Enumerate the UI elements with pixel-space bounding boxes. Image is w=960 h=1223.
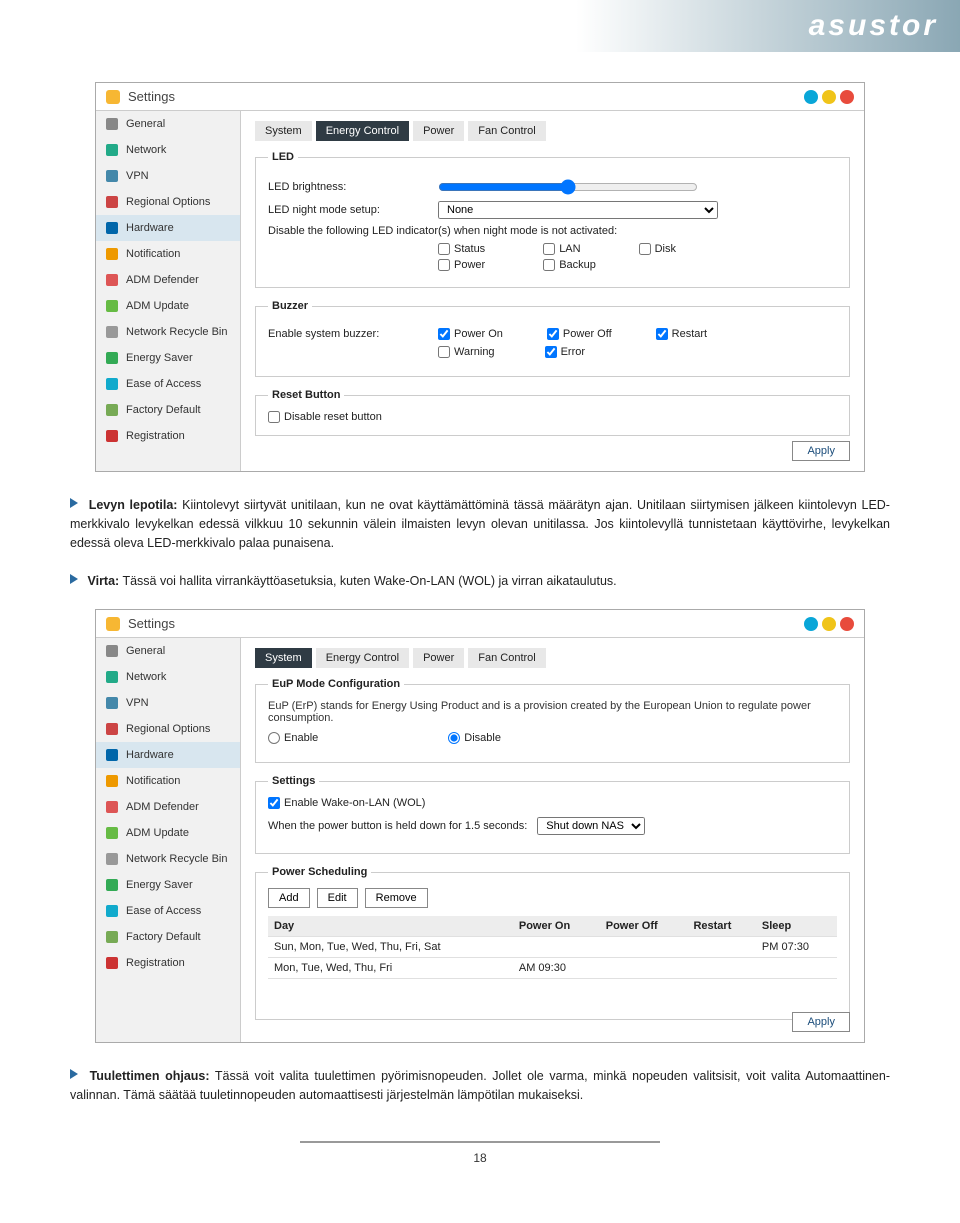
minimize-icon[interactable] (822, 617, 836, 631)
sidebar-item-factory[interactable]: Factory Default (96, 397, 240, 423)
apply-button[interactable]: Apply (792, 441, 850, 461)
chk-power[interactable]: Power (438, 259, 485, 271)
tab-power[interactable]: Power (413, 648, 464, 668)
settings-window-energy: Settings General Network VPN Regional Op… (95, 82, 865, 472)
bullet-arrow-icon (70, 574, 78, 584)
chk-status[interactable]: Status (438, 243, 485, 255)
sidebar-item-ease[interactable]: Ease of Access (96, 371, 240, 397)
add-button[interactable]: Add (268, 888, 310, 908)
sidebar-item-registration[interactable]: Registration (96, 950, 240, 976)
tab-system[interactable]: System (255, 121, 312, 141)
eup-description: EuP (ErP) stands for Energy Using Produc… (268, 700, 837, 724)
bullet-arrow-icon (70, 1069, 78, 1079)
page-header: asustor (0, 0, 960, 52)
sidebar-item-recycle[interactable]: Network Recycle Bin (96, 846, 240, 872)
led-brightness-label: LED brightness: (268, 181, 428, 193)
brand-logo: asustor (809, 9, 938, 43)
sidebar: General Network VPN Regional Options Har… (96, 111, 241, 471)
power-button-select[interactable]: Shut down NAS (537, 817, 645, 835)
chk-disk[interactable]: Disk (639, 243, 676, 255)
window-title: Settings (128, 616, 804, 631)
settings-icon (106, 617, 120, 631)
sidebar-item-ease[interactable]: Ease of Access (96, 898, 240, 924)
chk-disable-reset[interactable]: Disable reset button (268, 411, 837, 423)
sidebar-item-update[interactable]: ADM Update (96, 293, 240, 319)
tab-power[interactable]: Power (413, 121, 464, 141)
fieldset-reset: Reset Button Disable reset button (255, 389, 850, 436)
chk-lan[interactable]: LAN (543, 243, 580, 255)
sidebar-item-general[interactable]: General (96, 111, 240, 137)
sidebar-item-general[interactable]: General (96, 638, 240, 664)
settings-window-power: Settings General Network VPN Regional Op… (95, 609, 865, 1043)
sidebar-item-notification[interactable]: Notification (96, 241, 240, 267)
sidebar-item-regional[interactable]: Regional Options (96, 716, 240, 742)
sidebar-item-registration[interactable]: Registration (96, 423, 240, 449)
chk-wol[interactable]: Enable Wake-on-LAN (WOL) (268, 797, 837, 809)
window-titlebar: Settings (96, 610, 864, 638)
tab-system[interactable]: System (255, 648, 312, 668)
content-energy: System Energy Control Power Fan Control … (241, 111, 864, 471)
remove-button[interactable]: Remove (365, 888, 428, 908)
bullet-arrow-icon (70, 498, 78, 508)
sidebar-item-vpn[interactable]: VPN (96, 690, 240, 716)
radio-eup-enable[interactable]: Enable (268, 732, 318, 744)
radio-eup-disable[interactable]: Disable (448, 732, 501, 744)
chk-error[interactable]: Error (545, 346, 585, 358)
sidebar-item-factory[interactable]: Factory Default (96, 924, 240, 950)
tab-energy-control[interactable]: Energy Control (316, 648, 409, 668)
sidebar-item-vpn[interactable]: VPN (96, 163, 240, 189)
help-icon[interactable] (804, 90, 818, 104)
chk-poweroff[interactable]: Power Off (547, 328, 612, 340)
paragraph-tuuletin: Tuulettimen ohjaus: Tässä voit valita tu… (70, 1067, 890, 1105)
page-number: 18 (70, 1151, 890, 1165)
led-night-label: LED night mode setup: (268, 204, 428, 216)
minimize-icon[interactable] (822, 90, 836, 104)
paragraph-levyn-lepotila: Levyn lepotila: Kiintolevyt siirtyvät un… (70, 496, 890, 552)
chk-poweron[interactable]: Power On (438, 328, 503, 340)
sidebar-item-regional[interactable]: Regional Options (96, 189, 240, 215)
table-row[interactable]: Sun, Mon, Tue, Wed, Thu, Fri, Sat PM 07:… (268, 937, 837, 958)
window-title: Settings (128, 89, 804, 104)
settings-icon (106, 90, 120, 104)
edit-button[interactable]: Edit (317, 888, 358, 908)
close-icon[interactable] (840, 90, 854, 104)
sidebar-item-network[interactable]: Network (96, 137, 240, 163)
fieldset-settings: Settings Enable Wake-on-LAN (WOL) When t… (255, 775, 850, 854)
close-icon[interactable] (840, 617, 854, 631)
tab-fan-control[interactable]: Fan Control (468, 121, 545, 141)
tab-fan-control[interactable]: Fan Control (468, 648, 545, 668)
sidebar: General Network VPN Regional Options Har… (96, 638, 241, 1042)
chk-warning[interactable]: Warning (438, 346, 495, 358)
tab-energy-control[interactable]: Energy Control (316, 121, 409, 141)
sidebar-item-energy[interactable]: Energy Saver (96, 872, 240, 898)
window-titlebar: Settings (96, 83, 864, 111)
led-disable-text: Disable the following LED indicator(s) w… (268, 225, 617, 237)
table-row[interactable]: Mon, Tue, Wed, Thu, Fri AM 09:30 (268, 958, 837, 979)
sidebar-item-network[interactable]: Network (96, 664, 240, 690)
fieldset-led: LED LED brightness: LED night mode setup… (255, 151, 850, 288)
sidebar-item-hardware[interactable]: Hardware (96, 215, 240, 241)
sidebar-item-hardware[interactable]: Hardware (96, 742, 240, 768)
sidebar-item-defender[interactable]: ADM Defender (96, 794, 240, 820)
fieldset-scheduling: Power Scheduling Add Edit Remove Day Pow… (255, 866, 850, 1020)
sidebar-item-energy[interactable]: Energy Saver (96, 345, 240, 371)
sidebar-item-notification[interactable]: Notification (96, 768, 240, 794)
power-button-label: When the power button is held down for 1… (268, 820, 527, 832)
paragraph-virta: Virta: Tässä voi hallita virrankäyttöase… (70, 572, 890, 591)
fieldset-eup: EuP Mode Configuration EuP (ErP) stands … (255, 678, 850, 763)
led-brightness-slider[interactable] (438, 179, 698, 195)
footer-separator (300, 1141, 660, 1143)
help-icon[interactable] (804, 617, 818, 631)
apply-button[interactable]: Apply (792, 1012, 850, 1032)
content-power: System Energy Control Power Fan Control … (241, 638, 864, 1042)
led-night-select[interactable]: None (438, 201, 718, 219)
chk-restart[interactable]: Restart (656, 328, 707, 340)
fieldset-buzzer: Buzzer Enable system buzzer: Power On Po… (255, 300, 850, 377)
buzzer-label: Enable system buzzer: (268, 328, 428, 340)
sidebar-item-recycle[interactable]: Network Recycle Bin (96, 319, 240, 345)
sidebar-item-update[interactable]: ADM Update (96, 820, 240, 846)
chk-backup[interactable]: Backup (543, 259, 596, 271)
sidebar-item-defender[interactable]: ADM Defender (96, 267, 240, 293)
schedule-table: Day Power On Power Off Restart Sleep Sun… (268, 916, 837, 979)
